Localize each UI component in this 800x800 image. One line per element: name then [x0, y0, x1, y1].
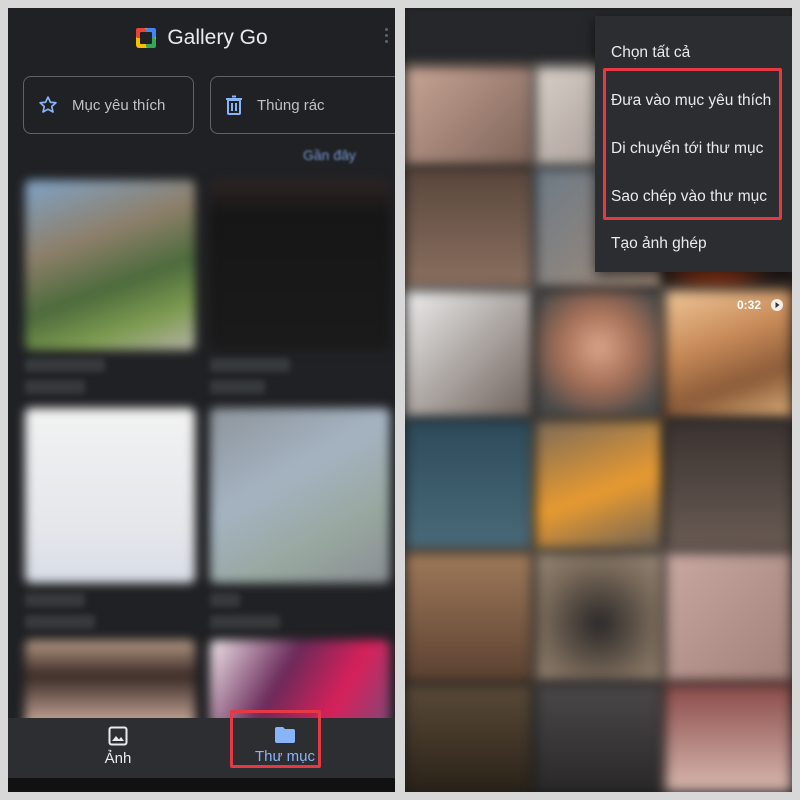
folder-caption [210, 593, 240, 607]
menu-item-create-collage[interactable]: Tạo ảnh ghép [611, 235, 707, 253]
photo-thumbnail[interactable] [665, 684, 792, 792]
nav-photos[interactable]: Ảnh [73, 726, 163, 767]
trash-icon [226, 95, 242, 115]
menu-item-move-to-folder[interactable]: Di chuyển tới thư mục [611, 140, 763, 158]
context-menu: Chọn tất cả Đưa vào mục yêu thích Di chu… [595, 16, 792, 272]
folder-thumbnail[interactable] [210, 640, 390, 730]
menu-item-copy-to-folder[interactable]: Sao chép vào thư mục [611, 188, 767, 206]
menu-item-add-to-favorites[interactable]: Đưa vào mục yêu thích [611, 92, 771, 110]
favorites-button[interactable]: Mục yêu thích [23, 76, 194, 134]
photo-thumbnail[interactable] [405, 552, 533, 682]
nav-folders[interactable]: Thư mục [240, 726, 330, 765]
more-options-icon[interactable] [385, 28, 389, 43]
sort-recent-link[interactable]: Gần đây [303, 147, 356, 163]
folder-thumbnail[interactable] [25, 180, 195, 350]
folder-caption [210, 358, 290, 372]
folder-thumbnail[interactable] [210, 180, 390, 350]
photo-thumbnail[interactable] [535, 290, 663, 418]
star-icon [39, 96, 57, 113]
photo-thumbnail[interactable] [535, 684, 663, 792]
photo-thumbnail[interactable] [535, 552, 663, 682]
app-title: Gallery Go [167, 26, 268, 49]
folder-content-screen: 0:32 Chọn tất cả Đưa vào mục yêu thích D… [405, 8, 792, 792]
folder-caption [25, 358, 105, 372]
folder-icon [275, 727, 295, 743]
folder-count [25, 615, 95, 629]
folder-thumbnail[interactable] [25, 408, 195, 583]
app-header: Gallery Go [8, 8, 395, 68]
gallery-go-logo-icon [136, 28, 157, 48]
video-duration: 0:32 [737, 298, 762, 312]
photo-thumbnail[interactable] [535, 420, 663, 550]
photo-thumbnail[interactable] [405, 684, 533, 792]
nav-folders-label: Thư mục [254, 748, 316, 765]
trash-button[interactable]: Thùng rác [210, 76, 395, 134]
photo-thumbnail[interactable] [405, 420, 533, 550]
photo-thumbnail[interactable] [665, 552, 792, 682]
menu-item-select-all[interactable]: Chọn tất cả [611, 44, 690, 62]
image-icon [108, 726, 128, 746]
photo-thumbnail[interactable] [405, 290, 533, 418]
folder-count [210, 380, 265, 394]
folders-screen: Gallery Go Mục yêu thích Thùng rác Gần đ… [8, 8, 395, 792]
nav-photos-label: Ảnh [104, 750, 132, 767]
photo-thumbnail[interactable] [665, 420, 792, 550]
photo-thumbnail[interactable] [405, 66, 533, 166]
folder-caption [25, 593, 85, 607]
photo-thumbnail[interactable] [405, 168, 533, 288]
favorites-label: Mục yêu thích [72, 96, 166, 114]
trash-label: Thùng rác [257, 96, 325, 114]
folder-thumbnail[interactable] [25, 640, 195, 730]
play-icon [771, 299, 783, 311]
folder-count [25, 380, 85, 394]
folder-thumbnail[interactable] [210, 408, 390, 583]
folder-count [210, 615, 280, 629]
system-navigation-bar [8, 778, 395, 792]
